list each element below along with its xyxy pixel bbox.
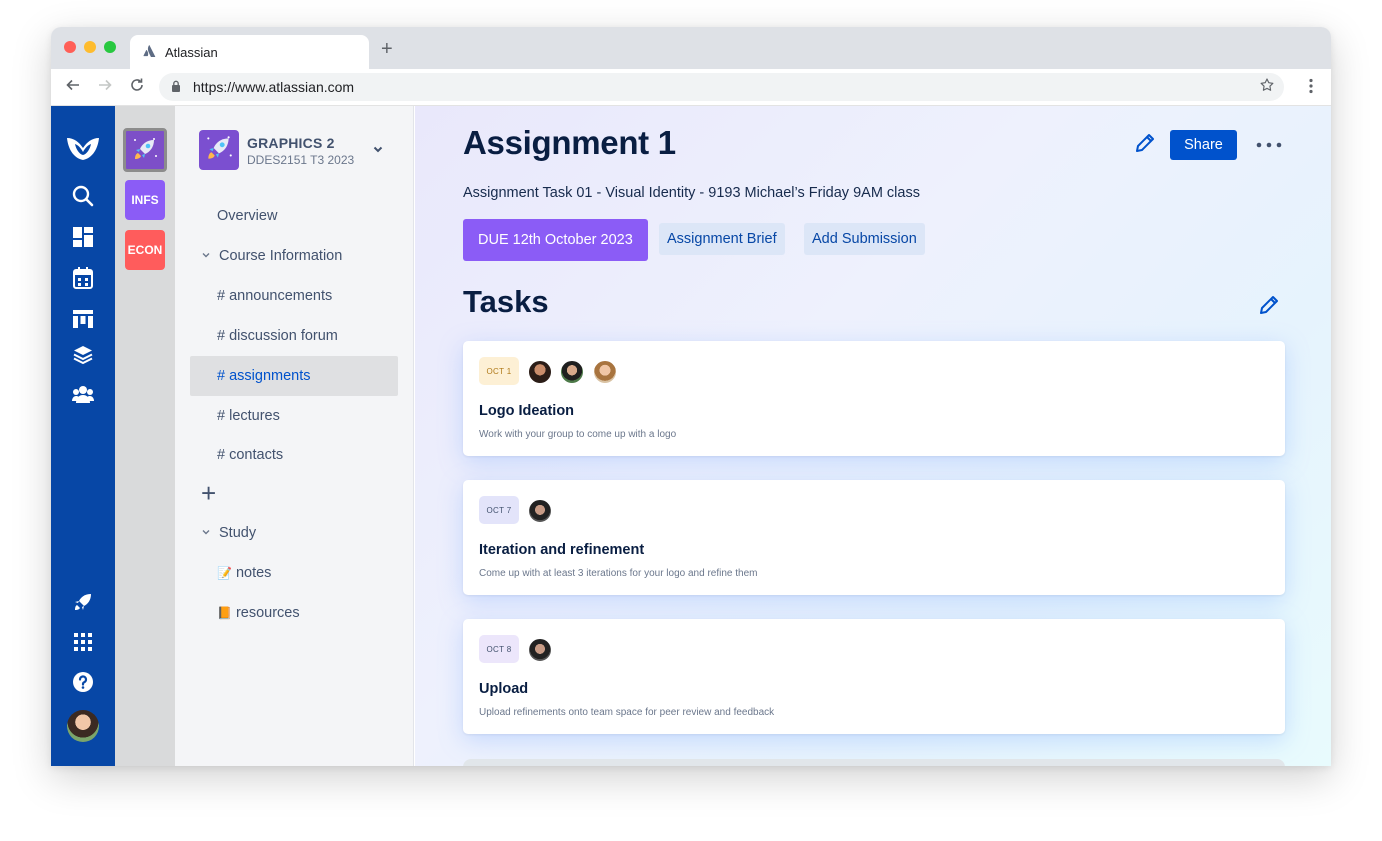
sidebar-item-overview[interactable]: Overview xyxy=(190,196,398,236)
task-card-partial[interactable] xyxy=(463,759,1285,766)
sidebar-item-label: notes xyxy=(235,565,272,581)
minimize-window-button[interactable] xyxy=(84,41,96,53)
share-button[interactable]: Share xyxy=(1170,130,1237,160)
main-content: Assignment 1 Share Assignment Task 01 - … xyxy=(415,106,1331,766)
sidebar-item-label: resources xyxy=(235,605,300,621)
add-submission-button[interactable]: Add Submission xyxy=(804,223,925,255)
space-infs-tile[interactable]: INFS xyxy=(125,180,165,220)
sidebar-item-assignments[interactable]: # assignments xyxy=(190,356,398,396)
due-date-badge: DUE 12th October 2023 xyxy=(463,219,648,261)
tab-title: Atlassian xyxy=(165,44,218,60)
atlassian-logo-icon xyxy=(143,44,156,60)
user-avatar[interactable] xyxy=(67,710,99,742)
space-econ-tile[interactable]: ECON xyxy=(125,230,165,270)
rocket-icon xyxy=(203,132,235,169)
avatar[interactable] xyxy=(560,360,584,384)
people-icon[interactable] xyxy=(71,382,95,406)
add-channel-button[interactable]: + xyxy=(201,480,216,506)
url-field[interactable]: https://www.atlassian.com xyxy=(159,73,1284,101)
sidebar-group-label: Study xyxy=(219,525,257,541)
calendar-icon[interactable] xyxy=(71,266,95,290)
sidebar-item-notes[interactable]: 📝 notes xyxy=(190,553,398,593)
page-title: Assignment 1 xyxy=(463,124,676,161)
avatar[interactable] xyxy=(528,360,552,384)
sidebar-item-contacts[interactable]: # contacts xyxy=(190,435,398,475)
search-icon[interactable] xyxy=(71,184,95,208)
reload-icon[interactable] xyxy=(129,77,145,96)
task-description: Upload refinements onto team space for p… xyxy=(479,707,775,718)
url-text: https://www.atlassian.com xyxy=(193,79,355,95)
date-badge: OCT 7 xyxy=(479,496,519,524)
memo-icon: 📝 xyxy=(217,566,232,580)
space-graphics-tile[interactable] xyxy=(123,128,167,172)
new-tab-button[interactable]: + xyxy=(381,39,393,59)
tasks-heading: Tasks xyxy=(463,284,549,319)
task-title: Logo Ideation xyxy=(479,403,575,419)
app-switcher-icon[interactable] xyxy=(71,630,95,654)
task-card[interactable]: OCT 8 Upload Upload refinements onto tea… xyxy=(463,619,1285,734)
task-card[interactable]: OCT 7 Iteration and refinement Come up w… xyxy=(463,480,1285,595)
chevron-down-icon xyxy=(201,250,211,263)
avatar[interactable] xyxy=(528,499,552,523)
app: INFS ECON GRAPHICS 2 DDES2151 T3 2023 Ov… xyxy=(51,106,1331,766)
rocket-notification-icon[interactable] xyxy=(71,590,95,614)
task-title: Iteration and refinement xyxy=(479,542,645,558)
assignment-subtitle: Assignment Task 01 - Visual Identity - 9… xyxy=(463,185,920,201)
sidebar-group-study[interactable]: Study xyxy=(201,525,256,541)
sidebar-item-discussion-forum[interactable]: # discussion forum xyxy=(190,316,398,356)
sidebar-item-announcements[interactable]: # announcements xyxy=(190,276,398,316)
project-logo xyxy=(199,130,239,170)
project-sidebar: GRAPHICS 2 DDES2151 T3 2023 Overview Cou… xyxy=(175,106,414,766)
date-badge: OCT 8 xyxy=(479,635,519,663)
book-icon: 📙 xyxy=(217,606,232,620)
task-title: Upload xyxy=(479,681,529,697)
sidebar-item-lectures[interactable]: # lectures xyxy=(190,396,398,436)
avatar[interactable] xyxy=(593,360,617,384)
lock-icon xyxy=(171,79,183,95)
chevron-down-icon xyxy=(201,527,211,540)
rocket-icon xyxy=(130,134,160,167)
browser-window: Atlassian + https://www.atlassian.com IN… xyxy=(51,27,1331,766)
task-card[interactable]: OCT 1 Logo Ideation Work with your group… xyxy=(463,341,1285,456)
back-arrow-icon[interactable] xyxy=(65,77,81,96)
avatar[interactable] xyxy=(528,638,552,662)
pencil-icon[interactable] xyxy=(1134,132,1156,159)
project-subtitle: DDES2151 T3 2023 xyxy=(247,153,355,167)
project-title: GRAPHICS 2 xyxy=(247,135,335,151)
close-window-button[interactable] xyxy=(64,41,76,53)
task-description: Work with your group to come up with a l… xyxy=(479,429,677,440)
dashboard-icon[interactable] xyxy=(71,225,95,249)
more-options-icon[interactable] xyxy=(1256,132,1282,153)
layers-icon[interactable] xyxy=(71,343,95,367)
browser-menu-icon[interactable] xyxy=(1309,78,1313,98)
task-description: Come up with at least 3 iterations for y… xyxy=(479,568,758,579)
board-icon[interactable] xyxy=(71,307,95,331)
sidebar-group-course-information[interactable]: Course Information xyxy=(201,248,342,264)
assignment-brief-button[interactable]: Assignment Brief xyxy=(659,223,785,255)
spaces-column: INFS ECON xyxy=(115,106,175,766)
address-bar: https://www.atlassian.com xyxy=(51,69,1331,106)
bookmark-star-icon[interactable] xyxy=(1259,77,1275,97)
forward-arrow-icon[interactable] xyxy=(97,77,113,96)
sidebar-group-label: Course Information xyxy=(219,248,343,264)
tab-bar: Atlassian + xyxy=(51,27,1331,69)
browser-tab[interactable]: Atlassian xyxy=(130,35,369,69)
pencil-icon[interactable] xyxy=(1258,294,1280,321)
help-icon[interactable] xyxy=(71,670,95,694)
sidebar-item-resources[interactable]: 📙 resources xyxy=(190,593,398,633)
global-nav-rail xyxy=(51,106,115,766)
maximize-window-button[interactable] xyxy=(104,41,116,53)
app-logo-icon[interactable] xyxy=(65,136,101,160)
chevron-down-icon[interactable] xyxy=(372,142,384,158)
date-badge: OCT 1 xyxy=(479,357,519,385)
